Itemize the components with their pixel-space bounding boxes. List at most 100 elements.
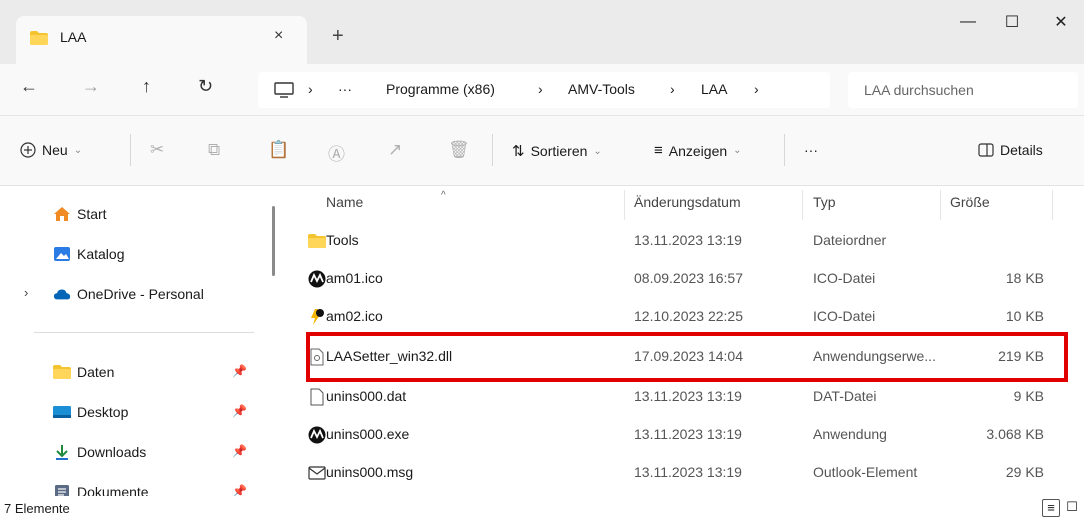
file-date: 13.11.2023 13:19: [634, 388, 742, 404]
file-type: DAT-Datei: [813, 388, 877, 404]
status-bar: 7 Elemente ≡ ☐: [0, 496, 1084, 520]
breadcrumb-ellipsis[interactable]: ···: [338, 81, 352, 97]
sidebar-item-label: Start: [77, 206, 107, 222]
file-row-laasetter-dll[interactable]: LAASetter_win32.dll 17.09.2023 14:04 Anw…: [296, 338, 1056, 380]
file-name: am02.ico: [326, 308, 383, 324]
pin-icon[interactable]: 📌: [232, 364, 247, 378]
sidebar-item-onedrive[interactable]: › OneDrive - Personal: [0, 278, 270, 308]
gallery-icon: [54, 247, 70, 261]
file-row-unins000-exe[interactable]: unins000.exe 13.11.2023 13:19 Anwendung …: [296, 418, 1056, 456]
sidebar-item-katalog[interactable]: Katalog: [0, 238, 270, 268]
search-input[interactable]: [848, 72, 1048, 108]
sidebar-item-daten[interactable]: Daten 📌: [0, 356, 270, 386]
column-divider[interactable]: [802, 190, 803, 220]
file-type: Outlook-Element: [813, 464, 918, 480]
back-arrow-icon[interactable]: ←: [20, 76, 38, 97]
monitor-icon: [274, 82, 294, 98]
toolbar-divider: [492, 134, 493, 166]
column-header-type[interactable]: Typ: [813, 194, 836, 210]
tab-laa[interactable]: LAA ×: [16, 16, 307, 64]
file-name: Tools: [326, 232, 359, 248]
command-bar: Neu ⌄ ✂ ⧉ 📋 Ⓐ ↗ 🗑 ⇅ Sortieren ⌄ ≡ Anzeig…: [0, 116, 1084, 186]
cut-icon[interactable]: ✂: [150, 140, 164, 160]
file-date: 12.10.2023 22:25: [634, 308, 743, 324]
chevron-down-icon: ⌄: [733, 145, 742, 156]
file-row-unins000-msg[interactable]: unins000.msg 13.11.2023 13:19 Outlook-El…: [296, 456, 1056, 494]
folder-icon: [53, 365, 71, 379]
view-button[interactable]: ≡ Anzeigen ⌄: [654, 142, 742, 159]
sidebar-scrollbar[interactable]: [272, 206, 275, 276]
amv-logo-icon: [308, 426, 326, 444]
sidebar-item-desktop[interactable]: Desktop 📌: [0, 396, 270, 426]
breadcrumb-separator: ›: [670, 81, 675, 97]
file-size: 29 KB: [1005, 464, 1044, 480]
onedrive-cloud-icon: [53, 289, 71, 300]
breadcrumb-laa[interactable]: LAA: [701, 81, 727, 97]
view-lines-icon: ≡: [654, 142, 663, 159]
column-header-name[interactable]: Name: [326, 194, 363, 210]
file-type: Anwendung: [813, 426, 887, 442]
sidebar-item-downloads[interactable]: Downloads 📌: [0, 436, 270, 466]
sidebar-item-label: Katalog: [77, 246, 125, 262]
column-divider[interactable]: [940, 190, 941, 220]
file-name: LAASetter_win32.dll: [326, 348, 453, 364]
breadcrumb-amv-tools[interactable]: AMV-Tools: [568, 81, 635, 97]
rename-icon[interactable]: Ⓐ: [328, 140, 345, 165]
column-divider[interactable]: [624, 190, 625, 220]
breadcrumb-programme-x86[interactable]: Programme (x86): [386, 81, 495, 97]
up-arrow-icon[interactable]: ↑: [142, 76, 151, 97]
refresh-icon[interactable]: ↻: [198, 76, 213, 97]
details-view-icon[interactable]: ≡: [1042, 499, 1060, 517]
item-count: 7 Elemente: [4, 501, 70, 516]
close-window-button[interactable]: ✕: [1038, 4, 1084, 40]
file-name: am01.ico: [326, 270, 383, 286]
mail-icon: [308, 466, 326, 480]
details-button[interactable]: Details: [978, 142, 1043, 158]
close-icon: ✕: [1054, 14, 1068, 31]
chevron-down-icon: ⌄: [73, 144, 83, 156]
tab-close-icon[interactable]: ×: [274, 27, 283, 45]
share-icon[interactable]: ↗: [388, 140, 402, 160]
sort-button-label: Sortieren: [530, 143, 588, 159]
new-tab-button[interactable]: +: [332, 26, 344, 46]
file-date: 17.09.2023 14:04: [634, 348, 743, 364]
sort-button[interactable]: ⇅ Sortieren ⌄: [512, 142, 602, 160]
forward-arrow-icon[interactable]: →: [82, 76, 100, 97]
title-bar: LAA × + — ☐ ✕: [0, 0, 1084, 64]
sidebar-item-label: Daten: [77, 364, 115, 380]
file-size: 10 KB: [1005, 308, 1044, 324]
chevron-right-icon[interactable]: ›: [24, 285, 28, 300]
chevron-down-icon: ⌄: [593, 145, 602, 157]
file-type: ICO-Datei: [813, 270, 876, 286]
pin-icon[interactable]: 📌: [232, 444, 247, 458]
toolbar-divider: [130, 134, 131, 166]
file-row-am02-ico[interactable]: am02.ico 12.10.2023 22:25 ICO-Datei 10 K…: [296, 300, 1056, 338]
amv-bolt-icon: [311, 309, 324, 325]
sidebar-item-start[interactable]: Start: [0, 198, 270, 228]
file-date: 08.09.2023 16:57: [634, 270, 743, 286]
copy-icon[interactable]: ⧉: [208, 140, 220, 160]
file-row-unins000-dat[interactable]: unins000.dat 13.11.2023 13:19 DAT-Datei …: [296, 380, 1056, 418]
column-header-size[interactable]: Größe: [950, 194, 990, 210]
more-options-button[interactable]: ···: [804, 142, 818, 158]
maximize-icon: ☐: [1004, 14, 1020, 31]
navigation-pane: Start Katalog › OneDrive - Personal Date…: [0, 186, 284, 500]
file-row-am01-ico[interactable]: am01.ico 08.09.2023 16:57 ICO-Datei 18 K…: [296, 262, 1056, 300]
sort-icon: ⇅: [512, 143, 525, 160]
new-button[interactable]: Neu ⌄: [20, 142, 82, 158]
sidebar-item-label: Downloads: [77, 444, 147, 460]
column-header-date[interactable]: Änderungsdatum: [634, 194, 741, 210]
address-bar[interactable]: › ··· Programme (x86) › AMV-Tools › LAA …: [258, 72, 830, 108]
maximize-button[interactable]: ☐: [989, 4, 1035, 40]
file-date: 13.11.2023 13:19: [634, 232, 742, 248]
navigation-bar: ← → ↑ ↻ › ··· Programme (x86) › AMV-Tool…: [0, 64, 1084, 116]
paste-icon[interactable]: 📋: [268, 140, 289, 160]
column-divider[interactable]: [1052, 190, 1053, 220]
pin-icon[interactable]: 📌: [232, 404, 247, 418]
file-row-tools[interactable]: Tools 13.11.2023 13:19 Dateiordner: [296, 224, 1056, 262]
minimize-button[interactable]: —: [945, 4, 991, 40]
delete-icon[interactable]: 🗑: [448, 140, 470, 160]
file-type: ICO-Datei: [813, 308, 876, 324]
tiles-view-icon[interactable]: ☐: [1063, 499, 1081, 517]
search-box[interactable]: [848, 72, 1078, 108]
